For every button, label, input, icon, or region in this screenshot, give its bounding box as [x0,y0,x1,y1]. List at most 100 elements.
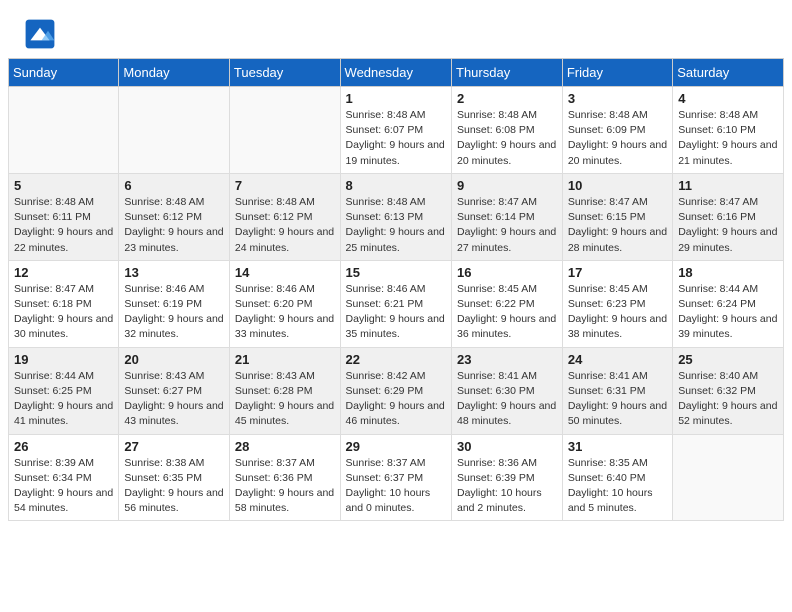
calendar-week-row: 26 Sunrise: 8:39 AM Sunset: 6:34 PM Dayli… [9,434,784,521]
day-number: 8 [346,178,446,193]
day-info: Sunrise: 8:47 AM Sunset: 6:14 PM Dayligh… [457,195,557,256]
day-info: Sunrise: 8:43 AM Sunset: 6:28 PM Dayligh… [235,369,335,430]
calendar-day-cell: 18 Sunrise: 8:44 AM Sunset: 6:24 PM Dayli… [673,260,784,347]
day-number: 6 [124,178,224,193]
weekday-header: Tuesday [229,59,340,87]
day-info: Sunrise: 8:41 AM Sunset: 6:31 PM Dayligh… [568,369,667,430]
calendar-day-cell: 27Sunrise: 8:38 AM Sunset: 6:35 PM Dayli… [119,434,230,521]
calendar-container: SundayMondayTuesdayWednesdayThursdayFrid… [0,58,792,529]
calendar-day-cell: 23 Sunrise: 8:41 AM Sunset: 6:30 PM Dayli… [452,347,563,434]
day-info: Sunrise: 8:48 AM Sunset: 6:09 PM Dayligh… [568,108,667,169]
logo-icon [24,18,56,50]
day-number: 30 [457,439,557,454]
day-number: 4 [678,91,778,106]
day-number: 22 [346,352,446,367]
day-number: 21 [235,352,335,367]
calendar-day-cell: 21 Sunrise: 8:43 AM Sunset: 6:28 PM Dayli… [229,347,340,434]
calendar-day-cell: 17 Sunrise: 8:45 AM Sunset: 6:23 PM Dayli… [562,260,672,347]
day-info: Sunrise: 8:36 AM Sunset: 6:39 PM Dayligh… [457,456,557,517]
day-number: 15 [346,265,446,280]
day-info: Sunrise: 8:46 AM Sunset: 6:20 PM Dayligh… [235,282,335,343]
calendar-week-row: 19 Sunrise: 8:44 AM Sunset: 6:25 PM Dayli… [9,347,784,434]
calendar-day-cell [9,87,119,174]
day-number: 31 [568,439,667,454]
calendar-day-cell: 1Sunrise: 8:48 AM Sunset: 6:07 PM Daylig… [340,87,451,174]
day-info: Sunrise: 8:46 AM Sunset: 6:19 PM Dayligh… [124,282,224,343]
day-number: 20 [124,352,224,367]
calendar-day-cell: 13Sunrise: 8:46 AM Sunset: 6:19 PM Dayli… [119,260,230,347]
calendar-day-cell: 7Sunrise: 8:48 AM Sunset: 6:12 PM Daylig… [229,173,340,260]
day-number: 12 [14,265,113,280]
day-number: 10 [568,178,667,193]
calendar-day-cell: 26 Sunrise: 8:39 AM Sunset: 6:34 PM Dayli… [9,434,119,521]
calendar-day-cell [119,87,230,174]
day-number: 25 [678,352,778,367]
day-number: 14 [235,265,335,280]
calendar-day-cell: 2Sunrise: 8:48 AM Sunset: 6:08 PM Daylig… [452,87,563,174]
day-number: 19 [14,352,113,367]
day-info: Sunrise: 8:48 AM Sunset: 6:11 PM Dayligh… [14,195,113,256]
day-info: Sunrise: 8:37 AM Sunset: 6:37 PM Dayligh… [346,456,446,517]
calendar-body: 1Sunrise: 8:48 AM Sunset: 6:07 PM Daylig… [9,87,784,521]
calendar-day-cell: 19 Sunrise: 8:44 AM Sunset: 6:25 PM Dayli… [9,347,119,434]
day-number: 18 [678,265,778,280]
calendar-day-cell: 12 Sunrise: 8:47 AM Sunset: 6:18 PM Dayli… [9,260,119,347]
calendar-day-cell: 4 Sunrise: 8:48 AM Sunset: 6:10 PM Daylig… [673,87,784,174]
calendar-day-cell: 11 Sunrise: 8:47 AM Sunset: 6:16 PM Dayli… [673,173,784,260]
calendar-table: SundayMondayTuesdayWednesdayThursdayFrid… [8,58,784,521]
day-info: Sunrise: 8:47 AM Sunset: 6:18 PM Dayligh… [14,282,113,343]
day-info: Sunrise: 8:45 AM Sunset: 6:22 PM Dayligh… [457,282,557,343]
calendar-day-cell [673,434,784,521]
calendar-week-row: 5Sunrise: 8:48 AM Sunset: 6:11 PM Daylig… [9,173,784,260]
calendar-day-cell: 6Sunrise: 8:48 AM Sunset: 6:12 PM Daylig… [119,173,230,260]
day-info: Sunrise: 8:47 AM Sunset: 6:16 PM Dayligh… [678,195,778,256]
day-info: Sunrise: 8:42 AM Sunset: 6:29 PM Dayligh… [346,369,446,430]
weekday-header: Wednesday [340,59,451,87]
logo [24,18,60,50]
calendar-day-cell: 5Sunrise: 8:48 AM Sunset: 6:11 PM Daylig… [9,173,119,260]
day-number: 17 [568,265,667,280]
day-number: 3 [568,91,667,106]
calendar-day-cell: 8Sunrise: 8:48 AM Sunset: 6:13 PM Daylig… [340,173,451,260]
day-info: Sunrise: 8:37 AM Sunset: 6:36 PM Dayligh… [235,456,335,517]
weekday-header: Monday [119,59,230,87]
day-info: Sunrise: 8:48 AM Sunset: 6:08 PM Dayligh… [457,108,557,169]
day-info: Sunrise: 8:44 AM Sunset: 6:24 PM Dayligh… [678,282,778,343]
day-number: 26 [14,439,113,454]
day-number: 28 [235,439,335,454]
calendar-day-cell: 9 Sunrise: 8:47 AM Sunset: 6:14 PM Daylig… [452,173,563,260]
calendar-day-cell: 25 Sunrise: 8:40 AM Sunset: 6:32 PM Dayli… [673,347,784,434]
calendar-day-cell: 22 Sunrise: 8:42 AM Sunset: 6:29 PM Dayli… [340,347,451,434]
day-info: Sunrise: 8:38 AM Sunset: 6:35 PM Dayligh… [124,456,224,517]
day-info: Sunrise: 8:39 AM Sunset: 6:34 PM Dayligh… [14,456,113,517]
calendar-day-cell: 16 Sunrise: 8:45 AM Sunset: 6:22 PM Dayli… [452,260,563,347]
day-info: Sunrise: 8:46 AM Sunset: 6:21 PM Dayligh… [346,282,446,343]
day-number: 23 [457,352,557,367]
day-number: 16 [457,265,557,280]
day-number: 9 [457,178,557,193]
day-info: Sunrise: 8:40 AM Sunset: 6:32 PM Dayligh… [678,369,778,430]
day-number: 11 [678,178,778,193]
calendar-week-row: 12 Sunrise: 8:47 AM Sunset: 6:18 PM Dayli… [9,260,784,347]
day-info: Sunrise: 8:48 AM Sunset: 6:10 PM Dayligh… [678,108,778,169]
calendar-day-cell: 15 Sunrise: 8:46 AM Sunset: 6:21 PM Dayli… [340,260,451,347]
calendar-day-cell: 3 Sunrise: 8:48 AM Sunset: 6:09 PM Daylig… [562,87,672,174]
calendar-header: SundayMondayTuesdayWednesdayThursdayFrid… [9,59,784,87]
calendar-day-cell: 24Sunrise: 8:41 AM Sunset: 6:31 PM Dayli… [562,347,672,434]
calendar-day-cell: 29Sunrise: 8:37 AM Sunset: 6:37 PM Dayli… [340,434,451,521]
calendar-day-cell: 20 Sunrise: 8:43 AM Sunset: 6:27 PM Dayli… [119,347,230,434]
calendar-day-cell: 28 Sunrise: 8:37 AM Sunset: 6:36 PM Dayli… [229,434,340,521]
calendar-day-cell: 14 Sunrise: 8:46 AM Sunset: 6:20 PM Dayli… [229,260,340,347]
calendar-day-cell [229,87,340,174]
day-info: Sunrise: 8:43 AM Sunset: 6:27 PM Dayligh… [124,369,224,430]
day-info: Sunrise: 8:45 AM Sunset: 6:23 PM Dayligh… [568,282,667,343]
weekday-row: SundayMondayTuesdayWednesdayThursdayFrid… [9,59,784,87]
page-header [0,0,792,58]
calendar-week-row: 1Sunrise: 8:48 AM Sunset: 6:07 PM Daylig… [9,87,784,174]
day-info: Sunrise: 8:48 AM Sunset: 6:07 PM Dayligh… [346,108,446,169]
day-info: Sunrise: 8:35 AM Sunset: 6:40 PM Dayligh… [568,456,667,517]
weekday-header: Friday [562,59,672,87]
day-info: Sunrise: 8:44 AM Sunset: 6:25 PM Dayligh… [14,369,113,430]
day-info: Sunrise: 8:41 AM Sunset: 6:30 PM Dayligh… [457,369,557,430]
day-info: Sunrise: 8:48 AM Sunset: 6:12 PM Dayligh… [235,195,335,256]
